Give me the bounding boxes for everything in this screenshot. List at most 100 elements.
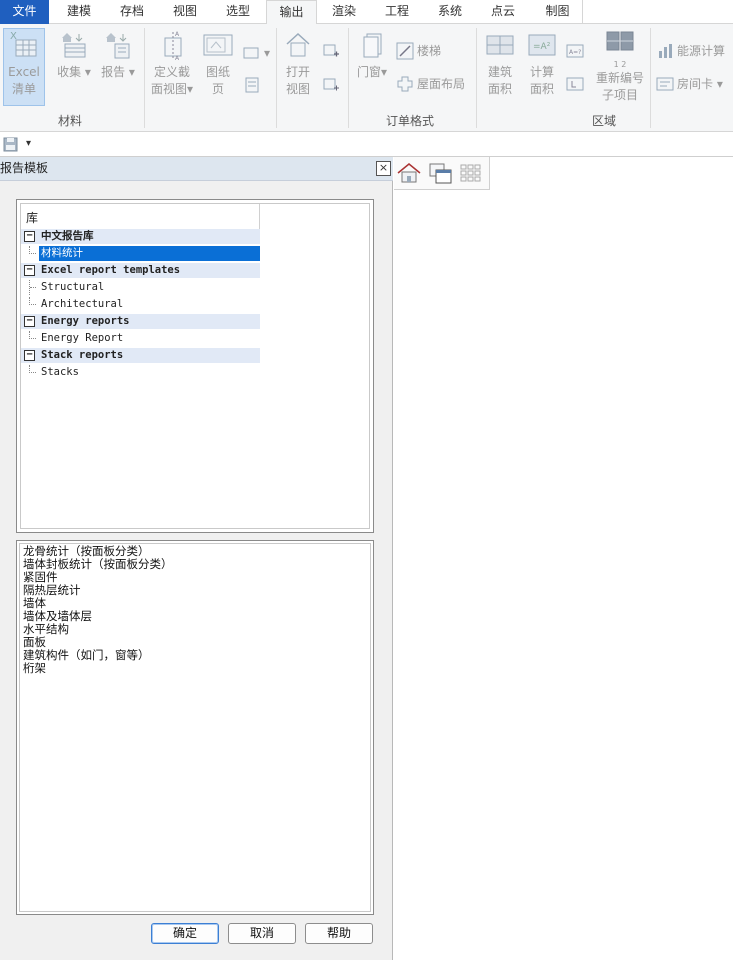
report-button[interactable]: 报告 ▾	[96, 30, 140, 81]
tree-category[interactable]: − Stack reports	[21, 348, 260, 363]
panel-title-bar: 报告模板 ×	[0, 157, 393, 181]
tab-render[interactable]: 渲染	[320, 0, 368, 24]
open-view-button[interactable]: 打开 视图	[280, 30, 316, 98]
tab-view[interactable]: 视图	[161, 0, 209, 24]
sheet-list-button[interactable]	[243, 76, 261, 94]
renumber-subitems-button[interactable]: 1 2 重新编号 子项目	[594, 30, 646, 104]
tab-selection[interactable]: 选型	[214, 0, 262, 24]
tree-item[interactable]: Structural	[21, 280, 260, 295]
close-icon[interactable]: ×	[376, 161, 391, 176]
stairs-icon	[396, 42, 414, 60]
area-query-button[interactable]: A=?	[566, 42, 584, 60]
tab-file[interactable]: 文件	[0, 0, 49, 24]
tab-archive[interactable]: 存档	[108, 0, 156, 24]
define-section-label-1: 定义截	[153, 65, 190, 79]
add-view-button[interactable]	[322, 42, 340, 60]
roof-layout-button[interactable]: 屋面布局	[396, 75, 465, 93]
roof-layout-icon	[396, 75, 414, 93]
tab-system[interactable]: 系统	[426, 0, 474, 24]
group-separator	[650, 28, 651, 128]
tree-item[interactable]: Stacks	[21, 365, 260, 380]
stairs-label: 楼梯	[417, 43, 442, 58]
define-section-label-2: 面视图▾	[150, 82, 194, 96]
add-view-icon	[322, 42, 340, 60]
collect-icon	[59, 30, 89, 60]
tab-drafting[interactable]: 制图	[533, 0, 583, 24]
tab-output[interactable]: 输出	[266, 0, 317, 25]
cancel-button[interactable]: 取消	[228, 923, 296, 944]
group-zone-label: 区域	[591, 114, 616, 128]
building-area-label-1: 建筑	[487, 65, 512, 79]
bar-chart-icon	[656, 42, 674, 60]
report-template-panel: 报告模板 × 库 − 中文报告库 材料统计 − Excel report tem…	[0, 157, 393, 960]
collapse-icon[interactable]: −	[24, 350, 35, 361]
tree-item[interactable]: Architectural	[21, 297, 260, 312]
energy-calc-label: 能源计算	[677, 43, 726, 58]
excel-list-button[interactable]: X Excel 清单	[3, 30, 45, 98]
open-view-label-2: 视图	[285, 82, 310, 96]
tree-category[interactable]: − Excel report templates	[21, 263, 260, 278]
building-area-icon	[485, 30, 515, 60]
room-card-icon	[656, 75, 674, 93]
renumber-icon	[605, 30, 635, 60]
home-view-icon[interactable]	[396, 161, 422, 188]
tree-column-divider	[259, 204, 260, 230]
report-label: 报告 ▾	[101, 65, 135, 79]
panel-title: 报告模板	[0, 161, 49, 175]
move-view-button[interactable]	[322, 76, 340, 94]
group-separator	[144, 28, 145, 128]
stairs-button[interactable]: 楼梯	[396, 42, 441, 60]
list-item[interactable]: 桁架	[23, 662, 46, 675]
tree-category[interactable]: − Energy reports	[21, 314, 260, 329]
drawing-page-icon	[203, 30, 233, 60]
house-icon	[283, 30, 313, 60]
calculate-area-button[interactable]: =A² 计算 面积	[522, 30, 562, 98]
sheet-dropdown-button[interactable]: ▾	[243, 44, 270, 62]
group-material-label: 材料	[57, 114, 82, 128]
area-measure-button[interactable]	[566, 75, 584, 93]
tree-item[interactable]: 材料统计	[21, 246, 260, 261]
group-separator	[276, 28, 277, 128]
group-separator	[476, 28, 477, 128]
define-section-view-button[interactable]: A A 定义截 面视图▾	[148, 30, 196, 98]
energy-calc-button[interactable]: 能源计算	[656, 42, 725, 60]
view-toolbar	[394, 157, 490, 190]
ok-button[interactable]: 确定	[151, 923, 219, 944]
area-query-icon: A=?	[566, 42, 584, 60]
tree-item[interactable]: Energy Report	[21, 331, 260, 346]
sheet-icon	[243, 44, 261, 62]
window-layout-icon[interactable]	[429, 163, 453, 188]
collapse-icon[interactable]: −	[24, 231, 35, 242]
renumber-label-2: 子项目	[601, 88, 638, 102]
collapse-icon[interactable]: −	[24, 316, 35, 327]
building-area-button[interactable]: 建筑 面积	[480, 30, 520, 98]
tile-views-icon[interactable]	[460, 164, 482, 185]
tab-project[interactable]: 工程	[373, 0, 421, 24]
drawing-page-label-2: 页	[211, 82, 224, 96]
tab-pointcloud[interactable]: 点云	[479, 0, 527, 24]
door-window-button[interactable]: 门窗▾	[352, 30, 392, 81]
building-area-label-2: 面积	[487, 82, 512, 96]
report-list-inner: 龙骨统计（按面板分类） 墙体封板统计（按面板分类） 紧固件 隔热层统计 墙体 墙…	[19, 543, 371, 912]
tree-category[interactable]: − 中文报告库	[21, 229, 260, 244]
collapse-icon[interactable]: −	[24, 265, 35, 276]
roof-layout-label: 屋面布局	[417, 76, 466, 91]
quick-access-toolbar: ▾	[0, 133, 733, 157]
calc-area-label-1: 计算	[529, 65, 554, 79]
chevron-down-icon: ▾	[264, 45, 271, 60]
area-formula-icon: =A²	[527, 30, 557, 60]
group-separator	[348, 28, 349, 128]
door-window-label: 门窗▾	[356, 65, 388, 79]
report-icon	[103, 30, 133, 60]
customize-dropdown-icon[interactable]: ▾	[26, 138, 31, 149]
save-icon[interactable]	[3, 137, 18, 155]
report-list[interactable]: 龙骨统计（按面板分类） 墙体封板统计（按面板分类） 紧固件 隔热层统计 墙体 墙…	[16, 540, 374, 915]
help-button[interactable]: 帮助	[305, 923, 373, 944]
template-tree[interactable]: 库 − 中文报告库 材料统计 − Excel report templates …	[16, 199, 374, 533]
collect-button[interactable]: 收集 ▾	[52, 30, 96, 81]
area-measure-icon	[566, 75, 584, 93]
move-view-icon	[322, 76, 340, 94]
tab-modeling[interactable]: 建模	[55, 0, 103, 24]
drawing-page-button[interactable]: 图纸 页	[198, 30, 238, 98]
room-card-button[interactable]: 房间卡 ▾	[656, 75, 723, 93]
